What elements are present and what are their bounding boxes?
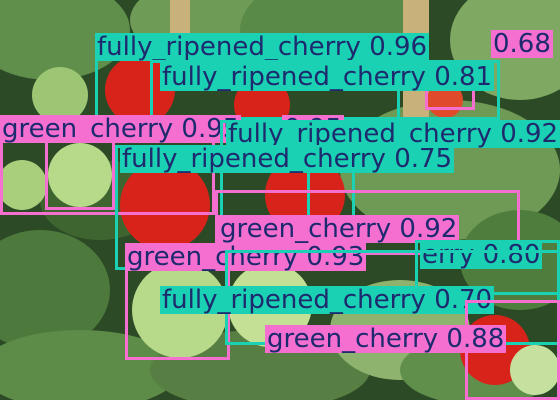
detection-label: fully_ripened_cherry 0.70 (160, 285, 495, 315)
detection-label: green_cherry 0.92 (218, 214, 460, 244)
detection-label: 0.68 (491, 29, 553, 59)
detection-image: fully_ripened_cherry 0.96 0.68 fully_ripen… (0, 0, 560, 400)
detection-label: fully_ripened_cherry 0.81 (160, 62, 495, 92)
detection-label: fully_ripened_cherry 0.75 (120, 144, 455, 174)
detection-label: green_cherry 0.95 (0, 114, 242, 144)
detection-label: green_cherry 0.88 (265, 324, 507, 354)
bounding-box (45, 140, 115, 210)
detection-label: fully_ripened_cherry 0.96 (95, 32, 430, 62)
